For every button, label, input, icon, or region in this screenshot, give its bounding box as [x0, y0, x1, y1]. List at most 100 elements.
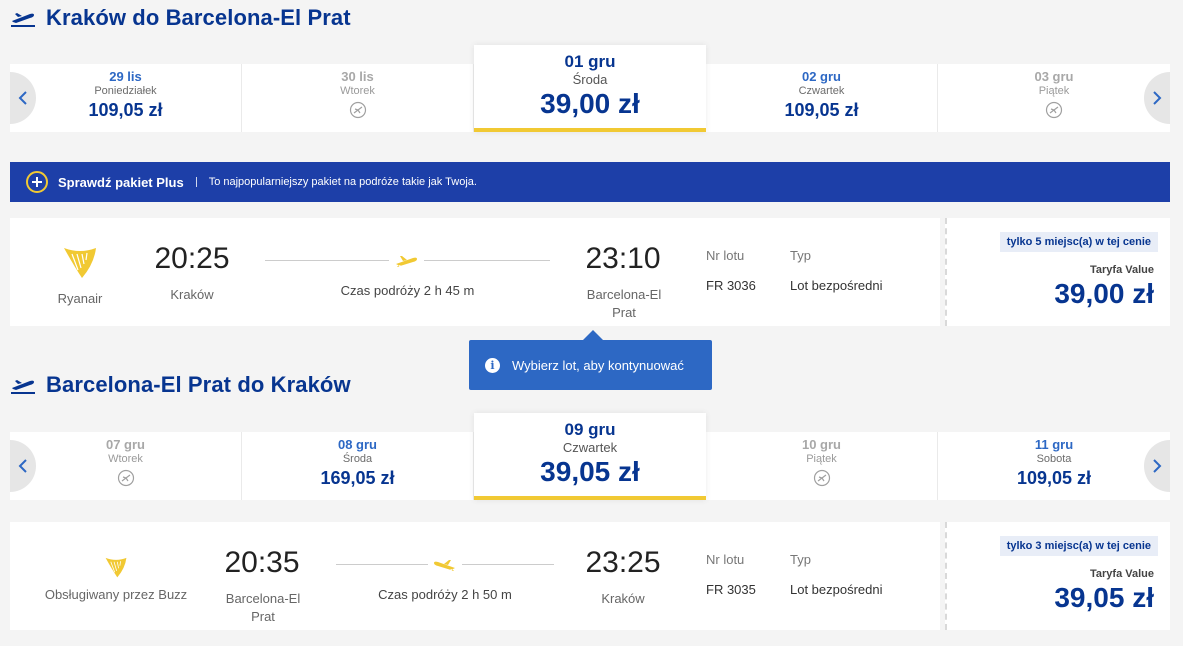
flight-number: FR 3036: [706, 278, 756, 293]
flight-type: Lot bezpośredni: [790, 278, 883, 293]
date-price: 39,00 zł: [540, 88, 640, 119]
plane-departure-icon: [11, 13, 35, 27]
flight-type-label: Typ: [790, 248, 811, 263]
promo-description: To najpopularniejszy pakiet na podróże t…: [208, 176, 477, 188]
airline-name: Ryanair: [57, 291, 103, 306]
inbound-date-selected[interactable]: 09 gru Czwartek 39,05 zł: [474, 413, 706, 500]
selected-underline: [474, 128, 706, 132]
inbound-date-0[interactable]: 07 gru Wtorek: [10, 432, 242, 500]
seats-left-badge: tylko 3 miejsc(a) w tej cenie: [999, 536, 1158, 556]
departure-time: 20:25: [154, 242, 230, 275]
chevron-right-icon: [1153, 91, 1162, 105]
select-flight-toast: i Wybierz lot, aby kontynuować: [469, 330, 712, 390]
fare-price: 39,05 zł: [1054, 582, 1154, 613]
flight-details[interactable]: Obsługiwany przez Buzz 20:35 Barcelona-E…: [10, 522, 940, 630]
departure-time: 20:35: [224, 546, 300, 579]
weekday-label: Piątek: [806, 453, 837, 465]
outbound-title: Kraków do Barcelona-El Prat: [46, 5, 351, 30]
flight-type: Lot bezpośredni: [790, 582, 883, 597]
inbound-date-4[interactable]: 11 gru Sobota 109,05 zł: [938, 432, 1170, 500]
fare-name: Taryfa Value: [1090, 568, 1154, 580]
outbound-date-0[interactable]: 29 lis Poniedziałek 109,05 zł: [10, 64, 242, 132]
selected-underline: [474, 496, 706, 500]
weekday-label: Czwartek: [562, 440, 618, 455]
fare-name: Taryfa Value: [1090, 264, 1154, 276]
date-label: 10 gru: [801, 437, 841, 452]
airplane-icon: [434, 560, 455, 571]
date-label: 08 gru: [337, 437, 377, 452]
plane-departure-icon: [11, 380, 35, 394]
flight-number-label: Nr lotu: [706, 552, 745, 567]
weekday-label: Piątek: [1038, 85, 1070, 97]
arrival-city: Kraków: [601, 591, 645, 606]
date-label: 11 gru: [1034, 437, 1074, 452]
date-price: 109,05 zł: [784, 100, 859, 120]
flight-duration: Czas podróży 2 h 45 m: [340, 283, 475, 298]
inbound-flight-card: Obsługiwany przez Buzz 20:35 Barcelona-E…: [10, 522, 1170, 630]
fare-price: 39,00 zł: [1054, 278, 1154, 309]
date-price: 109,05 zł: [1016, 468, 1092, 488]
no-flight-icon: [1045, 101, 1063, 119]
weekday-label: Wtorek: [108, 453, 143, 465]
date-label: 30 lis: [341, 69, 374, 84]
route-line: [424, 260, 550, 261]
flight-duration: Czas podróży 2 h 50 m: [378, 587, 512, 602]
date-price: 169,05 zł: [320, 468, 395, 488]
flight-details[interactable]: Ryanair 20:25 Kraków Czas podróży 2 h 45…: [10, 218, 940, 326]
outbound-section-title: Kraków do Barcelona-El Prat: [10, 3, 351, 33]
promo-separator: [195, 177, 197, 187]
chevron-right-icon: [1153, 459, 1162, 473]
outbound-date-4[interactable]: 03 gru Piątek: [938, 64, 1170, 132]
route-line: [265, 260, 389, 261]
weekday-label: Poniedziałek: [94, 85, 157, 97]
inbound-section-title: Barcelona-El Prat do Kraków: [10, 370, 351, 400]
date-label: 09 gru: [564, 420, 616, 439]
ryanair-harp-icon: [64, 248, 96, 278]
date-label: 29 lis: [109, 69, 142, 84]
outbound-date-selected[interactable]: 01 gru Środa 39,00 zł: [474, 45, 706, 132]
date-label: 03 gru: [1034, 69, 1074, 84]
date-label: 07 gru: [105, 437, 145, 452]
arrival-time: 23:25: [585, 546, 661, 579]
no-flight-icon: [813, 469, 830, 487]
route-line: [336, 564, 428, 565]
airplane-icon: [396, 256, 417, 267]
outbound-date-3[interactable]: 02 gru Czwartek 109,05 zł: [706, 64, 938, 132]
promo-title: Sprawdź pakiet Plus: [58, 174, 184, 190]
airline-logo: Obsługiwany przez Buzz: [36, 554, 196, 602]
fare-box[interactable]: tylko 3 miejsc(a) w tej cenie Taryfa Val…: [945, 522, 1170, 630]
weekday-label: Środa: [342, 453, 373, 465]
weekday-label: Czwartek: [798, 85, 845, 97]
route-line: [462, 564, 554, 565]
fare-box[interactable]: tylko 5 miejsc(a) w tej cenie Taryfa Val…: [945, 218, 1170, 326]
date-price: 39,05 zł: [540, 456, 640, 487]
inbound-date-3[interactable]: 10 gru Piątek: [706, 432, 938, 500]
departure-city: Barcelona-El Prat: [225, 591, 301, 624]
flight-number: FR 3035: [706, 582, 756, 597]
seats-left-badge: tylko 5 miejsc(a) w tej cenie: [999, 232, 1158, 252]
no-flight-icon: [117, 469, 134, 487]
plus-circle-icon: [26, 171, 48, 193]
inbound-date-1[interactable]: 08 gru Środa 169,05 zł: [242, 432, 474, 500]
outbound-date-1[interactable]: 30 lis Wtorek: [242, 64, 474, 132]
outbound-flight-card: Ryanair 20:25 Kraków Czas podróży 2 h 45…: [10, 218, 1170, 326]
airline-name: Obsługiwany przez Buzz: [44, 587, 188, 602]
weekday-label: Środa: [572, 72, 608, 87]
arrival-time: 23:10: [585, 242, 661, 275]
inbound-title: Barcelona-El Prat do Kraków: [46, 372, 351, 397]
date-label: 01 gru: [564, 52, 616, 71]
ryanair-harp-icon: [105, 557, 127, 578]
promo-banner[interactable]: Sprawdź pakiet Plus To najpopularniejszy…: [10, 162, 1170, 202]
arrival-city: Barcelona-El Prat: [586, 287, 662, 320]
departure-city: Kraków: [170, 287, 214, 302]
chevron-left-icon: [18, 91, 27, 105]
date-label: 02 gru: [801, 69, 841, 84]
info-icon: i: [485, 357, 500, 373]
chevron-left-icon: [18, 459, 27, 473]
airline-logo: Ryanair: [40, 242, 120, 306]
flight-number-label: Nr lotu: [706, 248, 745, 263]
date-price: 109,05 zł: [88, 100, 163, 120]
weekday-label: Sobota: [1036, 453, 1072, 465]
flight-type-label: Typ: [790, 552, 811, 567]
no-flight-icon: [349, 101, 366, 119]
